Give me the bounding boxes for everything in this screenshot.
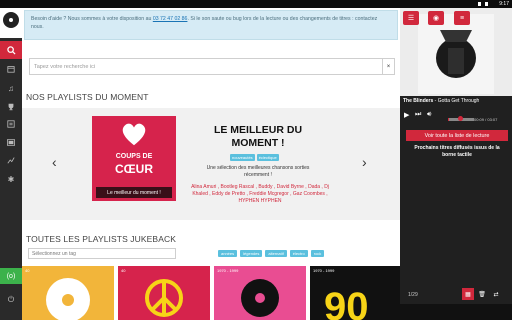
play-icon[interactable]: ▶	[404, 111, 409, 119]
stats-icon[interactable]	[0, 151, 22, 169]
connection-toggle[interactable]: (o)	[0, 268, 22, 284]
playlist-add-icon[interactable]: ☰	[403, 11, 419, 25]
player-footer: 1/29 ▦ 🗑︎ ⇄	[400, 288, 512, 304]
music-note-icon[interactable]: ♫	[0, 79, 22, 97]
cover-band: Le meilleur du moment !	[96, 187, 172, 198]
signal-icon	[478, 2, 488, 6]
track-count: 1/29	[408, 292, 418, 298]
nineties-art: 90	[324, 285, 369, 320]
view-queue-button[interactable]: Voir toute la liste de lecture	[406, 130, 508, 141]
playlist-card[interactable]: 40	[22, 266, 114, 320]
playlist-grid: 40 40 1970 - 1999 1970 - 1999 90	[22, 266, 400, 320]
card-meta: 1970 - 1999	[313, 268, 335, 273]
now-playing: The Blinders - Gotta Get Through	[403, 98, 511, 104]
jukeback-logo	[0, 8, 22, 38]
playlist-card[interactable]: 1970 - 1999	[214, 266, 306, 320]
tag-badge[interactable]: éclectique	[256, 154, 279, 161]
phone-link[interactable]: 03 72 47 02 86	[153, 16, 188, 22]
svg-text:90: 90	[324, 285, 369, 320]
tag-badge[interactable]: nouveautés	[230, 154, 255, 161]
section-title-moment: NOS PLAYLISTS DU MOMENT	[26, 92, 149, 102]
search-input[interactable]: Tapez votre recherche ici ×	[29, 58, 395, 75]
record-art	[241, 279, 279, 317]
volume-icon[interactable]: 🔊︎	[427, 111, 431, 119]
heart-icon	[122, 123, 146, 146]
sidebar: ♫ ✱ (o) ⏻	[0, 8, 22, 320]
queue-icon[interactable]: ≡	[454, 11, 470, 25]
clock: 9:17	[499, 1, 509, 7]
featured-tags: nouveautés éclectique	[230, 154, 279, 161]
card-meta: 40	[121, 268, 126, 273]
carousel-prev-button[interactable]: ‹	[52, 154, 57, 170]
trophy-icon[interactable]	[0, 98, 22, 116]
main-content: Besoin d'aide ? Nous sommes à votre disp…	[22, 8, 400, 320]
notice-text: Besoin d'aide ? Nous sommes à votre disp…	[31, 16, 153, 22]
search-placeholder: Tapez votre recherche ici	[34, 64, 96, 70]
progress-knob[interactable]	[458, 116, 463, 121]
list-icon[interactable]	[0, 115, 22, 133]
help-notice: Besoin d'aide ? Nous sommes à votre disp…	[24, 10, 398, 40]
power-icon[interactable]: ⏻	[0, 287, 22, 313]
playlist-card[interactable]: 40	[118, 266, 210, 320]
calendar-icon[interactable]	[0, 60, 22, 78]
next-track-icon[interactable]: ⏭	[415, 111, 421, 119]
track-title: - Gotta Get Through	[433, 98, 480, 104]
cover-line2: CŒUR	[115, 162, 153, 176]
track-artist: The Blinders	[403, 98, 434, 104]
card-meta: 40	[25, 268, 30, 273]
player-panel: ☰ ◉ ≡ The Blinders - Gotta Get Through ▶…	[400, 8, 512, 320]
peace-icon	[145, 279, 183, 317]
featured-carousel: ‹ › COUPS DE CŒUR Le meilleur du moment …	[22, 108, 400, 220]
video-icon[interactable]	[0, 133, 22, 151]
calendar-icon[interactable]: ▦	[462, 288, 474, 300]
cover-line1: COUPS DE	[115, 153, 153, 160]
filter-tag[interactable]: années	[218, 250, 238, 257]
track-time: 00:09 / 03:07	[474, 117, 498, 122]
featured-artists: Alina Amuri , Bootleg Rascal , Buddy , D…	[191, 184, 329, 204]
vinyl-art	[46, 278, 90, 320]
featured-title: LE MEILLEUR DU MOMENT !	[213, 124, 303, 149]
user-icon[interactable]: ◉	[428, 11, 444, 25]
status-bar: 9:17	[0, 0, 512, 8]
next-tracks-title: Prochains titres diffusés issus de la bo…	[414, 145, 500, 158]
card-meta: 1970 - 1999	[217, 268, 239, 273]
delete-icon[interactable]: 🗑︎	[476, 288, 488, 300]
section-title-all: TOUTES LES PLAYLISTS JUKEBACK	[26, 234, 176, 244]
tag-select-placeholder: Sélectionnez un tag	[32, 251, 76, 257]
progress-bar[interactable]	[448, 116, 474, 121]
filter-tag[interactable]: légendes	[240, 250, 263, 257]
tag-select[interactable]: Sélectionnez un tag	[28, 248, 176, 259]
playlist-card[interactable]: 1970 - 1999 90	[310, 266, 400, 320]
android-navbar	[400, 304, 512, 320]
gear-icon[interactable]: ✱	[0, 170, 22, 188]
featured-cover[interactable]: COUPS DE CŒUR Le meilleur du moment !	[92, 116, 176, 201]
clear-search-button[interactable]: ×	[382, 59, 394, 74]
filter-tag[interactable]: rock	[310, 250, 325, 257]
featured-description: Une sélection des meilleures chansons so…	[206, 165, 310, 178]
filter-tag[interactable]: électro	[289, 250, 308, 257]
app-root: 9:17 ♫ ✱ (o) ⏻ Besoin d'aide ? Nous somm…	[0, 0, 512, 320]
carousel-next-button[interactable]: ›	[362, 154, 367, 170]
search-icon[interactable]	[0, 41, 22, 59]
filter-tag[interactable]: alternatif	[265, 250, 287, 257]
filter-tags: années légendes alternatif électro rock	[218, 250, 325, 257]
shuffle-icon[interactable]: ⇄	[490, 288, 502, 300]
